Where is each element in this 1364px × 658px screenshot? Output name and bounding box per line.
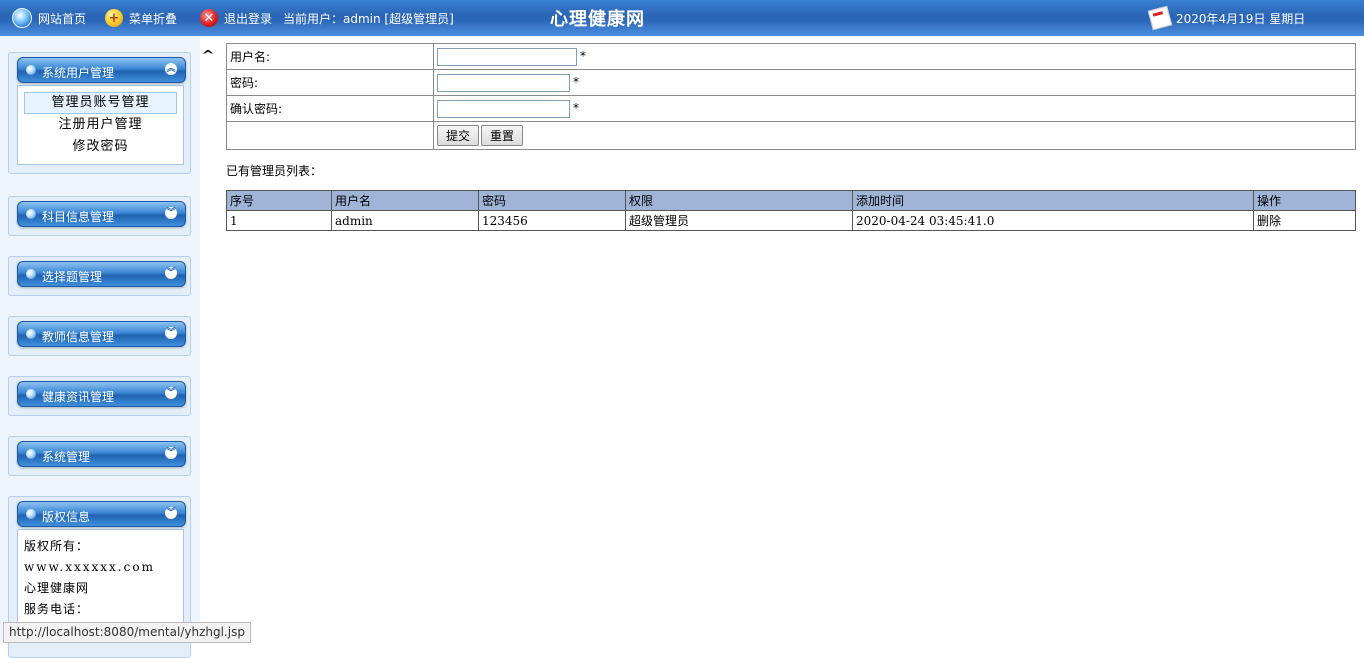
chevron-down-icon[interactable]: ︾: [165, 327, 177, 339]
bullet-icon: [26, 65, 36, 75]
chevron-up-icon[interactable]: ︽: [165, 63, 177, 75]
column-header: 密码: [478, 190, 626, 211]
username-input[interactable]: [437, 47, 577, 66]
sidebar-item-registered-users[interactable]: 注册用户管理: [18, 114, 183, 136]
bullet-icon: [26, 509, 36, 519]
confirm-password-input[interactable]: [437, 99, 570, 118]
menu-section-questions: 选择题管理 ︾: [8, 256, 191, 296]
column-header: 序号: [226, 190, 332, 211]
menu-header-teachers[interactable]: 教师信息管理 ︾: [17, 321, 186, 347]
table-header-row: 序号 用户名 密码 权限 添加时间 操作: [226, 190, 1356, 211]
globe-icon: [12, 8, 32, 28]
buttons-cell: 提交 重置: [433, 121, 1356, 150]
password-label: 密码:: [226, 69, 434, 96]
logout-label: 退出登录: [224, 11, 273, 26]
admin-table: 序号 用户名 密码 权限 添加时间 操作 1 admin 123456 超级管理…: [226, 190, 1356, 231]
current-user-text: 当前用户：admin [超级管理员]: [283, 11, 454, 26]
cell-role: 超级管理员: [625, 210, 853, 231]
menu-header-system[interactable]: 系统管理 ︾: [17, 441, 186, 467]
column-header: 权限: [625, 190, 853, 211]
bullet-icon: [26, 209, 36, 219]
menu-section-health-news: 健康资讯管理 ︾: [8, 376, 191, 416]
chevron-down-icon[interactable]: ︾: [165, 447, 177, 459]
menu-header-label: 健康资讯管理: [42, 389, 115, 404]
cell-added-time: 2020-04-24 03:45:41.0: [852, 210, 1254, 231]
password-input[interactable]: [437, 73, 570, 92]
submit-button[interactable]: 提交: [437, 125, 480, 146]
chevron-down-icon[interactable]: ︾: [165, 387, 177, 399]
menu-header-label: 系统管理: [42, 449, 91, 464]
menu-header-system-users[interactable]: 系统用户管理 ︽: [17, 57, 186, 83]
date-display: 2020年4月19日 星期日: [1147, 0, 1306, 36]
confirm-password-label: 确认密码:: [226, 95, 434, 122]
plus-icon: +: [105, 9, 123, 27]
column-header: 操作: [1253, 190, 1356, 211]
required-mark: *: [573, 101, 579, 115]
menu-header-label: 教师信息管理: [42, 329, 115, 344]
reset-button[interactable]: 重置: [481, 125, 524, 146]
empty-cell: [226, 121, 434, 150]
column-header: 用户名: [331, 190, 479, 211]
bullet-icon: [26, 269, 36, 279]
admin-list-title: 已有管理员列表：: [226, 164, 323, 178]
cell-username: admin: [331, 210, 479, 231]
menu-header-subjects[interactable]: 科目信息管理 ︾: [17, 201, 186, 227]
menu-header-label: 科目信息管理: [42, 209, 115, 224]
sidebar-toggle-strip: [200, 36, 218, 643]
menu-section-subjects: 科目信息管理 ︾: [8, 196, 191, 236]
copyright-phone-label: 服务电话：: [24, 602, 90, 616]
menu-header-questions[interactable]: 选择题管理 ︾: [17, 261, 186, 287]
collapse-menu-link[interactable]: + 菜单折叠: [105, 0, 177, 36]
required-mark: *: [573, 75, 579, 89]
menu-header-label: 选择题管理: [42, 269, 103, 284]
bullet-icon: [26, 389, 36, 399]
menu-section-system-users: 系统用户管理 ︽ 管理员账号管理 注册用户管理 修改密码: [8, 52, 191, 174]
bullet-icon: [26, 449, 36, 459]
delete-link[interactable]: 删除: [1253, 210, 1356, 231]
confirm-password-cell: *: [433, 95, 1356, 122]
sidebar-item-admin-accounts[interactable]: 管理员账号管理: [24, 92, 177, 114]
chevron-down-icon[interactable]: ︾: [165, 207, 177, 219]
chevron-up-icon[interactable]: ^: [201, 48, 214, 62]
home-link[interactable]: 网站首页: [12, 0, 86, 36]
sidebar: 系统用户管理 ︽ 管理员账号管理 注册用户管理 修改密码 科目信息管理 ︾ 选择…: [0, 36, 200, 658]
column-header: 添加时间: [852, 190, 1254, 211]
date-text: 2020年4月19日 星期日: [1176, 11, 1306, 26]
menu-header-copyright[interactable]: 版权信息 ︾: [17, 501, 186, 527]
copyright-website: www.xxxxxx.com: [24, 560, 155, 574]
top-bar: 网站首页 + 菜单折叠 ✕ 退出登录 当前用户：admin [超级管理员] 心理…: [0, 0, 1364, 36]
menu-header-label: 版权信息: [42, 509, 91, 524]
cell-index: 1: [226, 210, 332, 231]
chevron-down-icon[interactable]: ︾: [165, 267, 177, 279]
home-link-label: 网站首页: [38, 11, 87, 26]
sidebar-item-change-password[interactable]: 修改密码: [18, 136, 183, 158]
username-label: 用户名:: [226, 43, 434, 70]
site-title: 心理健康网: [550, 9, 645, 30]
submenu-system-users: 管理员账号管理 注册用户管理 修改密码: [17, 85, 184, 165]
copyright-panel: 版权所有： www.xxxxxx.com 心理健康网 服务电话：: [17, 529, 184, 627]
admin-form: 用户名: * 密码: * 确认密码: * 提交 重置: [226, 43, 1356, 150]
cell-password: 123456: [478, 210, 626, 231]
chevron-down-icon[interactable]: ︾: [165, 507, 177, 519]
menu-header-health-news[interactable]: 健康资讯管理 ︾: [17, 381, 186, 407]
copyright-site-name: 心理健康网: [24, 581, 90, 595]
table-row: 1 admin 123456 超级管理员 2020-04-24 03:45:41…: [226, 210, 1356, 231]
menu-section-teachers: 教师信息管理 ︾: [8, 316, 191, 356]
required-mark: *: [580, 49, 586, 63]
password-cell: *: [433, 69, 1356, 96]
menu-header-label: 系统用户管理: [42, 65, 115, 80]
close-icon: ✕: [200, 9, 218, 27]
bullet-icon: [26, 329, 36, 339]
status-bar-url: http://localhost:8080/mental/yhzhgl.jsp: [3, 622, 251, 643]
menu-section-system: 系统管理 ︾: [8, 436, 191, 476]
collapse-menu-label: 菜单折叠: [129, 11, 178, 26]
copyright-line: 版权所有：: [24, 539, 90, 553]
logout-link[interactable]: ✕ 退出登录: [200, 0, 272, 36]
username-cell: *: [433, 43, 1356, 70]
main-content: 用户名: * 密码: * 确认密码: * 提交 重置 已有管理员列表： 序号 用…: [226, 43, 1356, 231]
calendar-icon: [1147, 5, 1173, 31]
